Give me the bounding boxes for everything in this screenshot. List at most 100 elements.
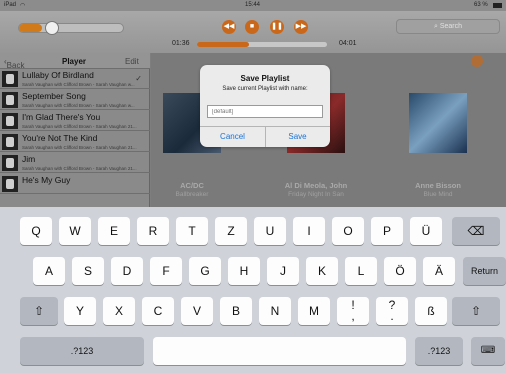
key-q[interactable]: Q — [20, 217, 52, 245]
status-bar: iPad ◠ 15:44 63 % — [0, 0, 506, 11]
song-row[interactable]: I'm Glad There's You Sarah Vaughan with C… — [0, 111, 150, 131]
cancel-button[interactable]: Cancel — [200, 126, 265, 147]
album-title: Ballbreaker — [175, 191, 209, 198]
volume-fill — [19, 24, 42, 32]
key-v[interactable]: V — [181, 297, 213, 325]
checkmark-icon: ✓ — [135, 74, 142, 83]
numbers-key-left[interactable]: .?123 — [20, 337, 144, 365]
key-w[interactable]: W — [59, 217, 91, 245]
song-title: September Song — [22, 91, 86, 101]
key-n[interactable]: N — [259, 297, 291, 325]
back-button[interactable]: ‹ Back — [4, 57, 24, 70]
key-g[interactable]: G — [189, 257, 221, 285]
device-label: iPad — [4, 2, 17, 8]
key-ß[interactable]: ß — [415, 297, 447, 325]
save-button[interactable]: Save — [265, 126, 330, 147]
key-z[interactable]: Z — [215, 217, 247, 245]
key-a[interactable]: A — [33, 257, 65, 285]
key-t[interactable]: T — [176, 217, 208, 245]
onscreen-keyboard: QWERTZUIOPÜ ⌫ ASDFGHJKLÖÄ Return ⇧ YXCVB… — [0, 207, 506, 373]
key-b[interactable]: B — [220, 297, 252, 325]
hide-keyboard-icon[interactable]: ⌨ — [471, 337, 505, 365]
song-subtitle: Sarah Vaughan with Clifford Brown - Sara… — [22, 124, 137, 129]
song-title: I'm Glad There's You — [22, 112, 101, 122]
album-thumbnail — [2, 71, 18, 87]
space-key[interactable] — [153, 337, 406, 365]
progress-bar[interactable] — [197, 42, 327, 47]
sidebar-header: ‹ Back Player Edit — [0, 53, 150, 70]
settings-icon[interactable] — [471, 55, 483, 67]
shift-left-key[interactable]: ⇧ — [20, 297, 58, 325]
player-toolbar: ◀◀ ■ ❚❚ ▶▶ 01:36 04:01 ⌕ Search — [0, 11, 506, 53]
song-title: Lullaby Of Birdland — [22, 70, 94, 80]
key-h[interactable]: H — [228, 257, 260, 285]
song-subtitle: Sarah Vaughan with Clifford Brown - Sara… — [22, 103, 135, 108]
album-title: Blue Mind — [423, 191, 453, 198]
forward-button[interactable]: ▶▶ — [294, 20, 308, 34]
song-title: He's My Guy — [22, 175, 71, 185]
key-u[interactable]: U — [254, 217, 286, 245]
numbers-key-right[interactable]: .?123 — [415, 337, 463, 365]
volume-slider[interactable] — [18, 21, 124, 35]
album-thumbnail — [2, 134, 18, 150]
key-ö[interactable]: Ö — [384, 257, 416, 285]
key-ä[interactable]: Ä — [423, 257, 455, 285]
album-artist: AC/DC — [180, 181, 204, 190]
song-row[interactable]: Jim Sarah Vaughan with Clifford Brown - S… — [0, 153, 150, 173]
key-ü[interactable]: Ü — [410, 217, 442, 245]
wifi-icon: ◠ — [20, 3, 26, 9]
key-j[interactable]: J — [267, 257, 299, 285]
album-artist: Al Di Meola, John — [284, 181, 348, 190]
song-row[interactable]: You're Not The Kind Sarah Vaughan with Cl… — [0, 132, 150, 152]
album-cover[interactable] — [409, 93, 467, 153]
search-field[interactable]: ⌕ Search — [396, 19, 500, 34]
album-thumbnail — [2, 176, 18, 192]
return-key[interactable]: Return — [463, 257, 506, 285]
key-s[interactable]: S — [72, 257, 104, 285]
battery-label: 63 % — [474, 2, 488, 8]
key-k[interactable]: K — [306, 257, 338, 285]
key-x[interactable]: X — [103, 297, 135, 325]
song-title: Jim — [22, 154, 36, 164]
key-r[interactable]: R — [137, 217, 169, 245]
battery-icon — [493, 3, 502, 8]
song-subtitle: Sarah Vaughan with Clifford Brown - Sara… — [22, 145, 137, 150]
song-row[interactable]: He's My Guy — [0, 174, 150, 194]
song-row[interactable]: September Song Sarah Vaughan with Cliffor… — [0, 90, 150, 110]
album-artist: Anne Bisson — [415, 181, 461, 190]
playlist-name-input[interactable] — [207, 105, 323, 118]
pause-button[interactable]: ❚❚ — [270, 20, 284, 34]
key-f[interactable]: F — [150, 257, 182, 285]
volume-knob[interactable] — [45, 21, 59, 35]
rewind-button[interactable]: ◀◀ — [222, 20, 236, 34]
progress-fill — [197, 42, 249, 47]
song-title: You're Not The Kind — [22, 133, 98, 143]
key-?.[interactable]: ? . — [376, 297, 408, 325]
song-subtitle: Sarah Vaughan with Clifford Brown - Sara… — [22, 82, 135, 87]
search-icon: ⌕ — [433, 23, 438, 30]
key-m[interactable]: M — [298, 297, 330, 325]
key-!,[interactable]: ! , — [337, 297, 369, 325]
album-title: Friday Night In San — [288, 191, 344, 198]
album-thumbnail — [2, 155, 18, 171]
stop-button[interactable]: ■ — [245, 20, 259, 34]
key-d[interactable]: D — [111, 257, 143, 285]
key-e[interactable]: E — [98, 217, 130, 245]
key-c[interactable]: C — [142, 297, 174, 325]
song-row[interactable]: Lullaby Of Birdland Sarah Vaughan with Cl… — [0, 69, 150, 89]
music-app: iPad ◠ 15:44 63 % ◀◀ ■ ❚❚ ▶▶ 01:36 04:01… — [0, 0, 506, 207]
status-time: 15:44 — [245, 2, 261, 8]
key-y[interactable]: Y — [64, 297, 96, 325]
key-p[interactable]: P — [371, 217, 403, 245]
shift-right-key[interactable]: ⇧ — [452, 297, 500, 325]
edit-button[interactable]: Edit — [125, 57, 139, 66]
album-thumbnail — [2, 92, 18, 108]
key-o[interactable]: O — [332, 217, 364, 245]
dialog-title: Save Playlist — [240, 74, 290, 83]
time-remaining: 04:01 — [339, 40, 357, 47]
backspace-key[interactable]: ⌫ — [452, 217, 500, 245]
sidebar-title: Player — [62, 57, 87, 66]
key-i[interactable]: I — [293, 217, 325, 245]
key-l[interactable]: L — [345, 257, 377, 285]
save-playlist-dialog: Save Playlist Save current Playlist with… — [200, 65, 330, 147]
